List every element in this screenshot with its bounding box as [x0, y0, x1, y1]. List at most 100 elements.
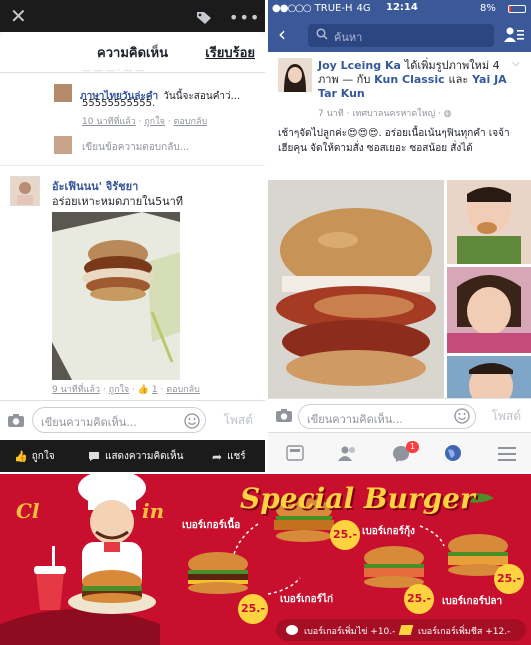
navigation-bar: ‹ ค้นหา — [268, 18, 531, 52]
battery-icon — [508, 5, 526, 13]
cheese-icon — [398, 625, 414, 635]
chicken-burger-label: เบอร์เกอร์ไก่ — [280, 594, 334, 605]
top-overlay-bar: ✕ ••• — [0, 0, 265, 32]
like-action-label: ถูกใจ — [31, 451, 55, 462]
search-placeholder: ค้นหา — [334, 31, 363, 44]
notifications-globe-icon[interactable] — [444, 444, 462, 466]
avatar — [10, 176, 40, 206]
reply-time[interactable]: 10 นาทีที่แล้ว — [82, 117, 136, 127]
reply-meta: 10 นาทีที่แล้ว · ถูกใจ · ตอบกลับ — [82, 117, 208, 127]
fish-burger-label: เบอร์เกอร์ปลา — [442, 596, 503, 607]
friend-requests-icon[interactable] — [338, 445, 358, 465]
svg-text:in: in — [142, 499, 164, 523]
post-button[interactable]: โพสต์ — [224, 411, 253, 430]
addon-egg: เบอร์เกอร์เพิ่มไข่ +10.- — [304, 627, 396, 637]
globe-icon: ◍ — [443, 109, 452, 119]
camera-icon[interactable] — [7, 413, 25, 432]
post-button[interactable]: โพสต์ — [492, 407, 521, 426]
comments-sheet: ความคิดเห็น เรียบร้อย — — — · — — ภาษาไท… — [0, 32, 265, 440]
close-icon[interactable]: ✕ — [10, 6, 27, 26]
post-meta: 7 นาที · เทศบาลนครหาดใหญ่ · ◍ — [318, 109, 452, 119]
banner-title: Special Burger — [240, 482, 475, 515]
tab-bar: 1 — [268, 432, 531, 472]
author-avatar[interactable] — [278, 58, 312, 92]
beef-burger-label: เบอร์เกอร์เนื้อ — [182, 520, 241, 531]
status-bar: ●●○○○ TRUE-H 4G 12:14 8% — [268, 0, 531, 18]
emoji-icon[interactable] — [184, 413, 200, 433]
chevron-down-icon[interactable]: ⌵ — [512, 58, 520, 69]
previous-comment-meta: — — — · — — — [82, 66, 145, 76]
post-photo-3[interactable] — [447, 267, 531, 353]
camera-icon[interactable] — [275, 408, 293, 427]
battery-percent: 8% — [480, 3, 496, 14]
comment-reply-link[interactable]: ตอบกลับ — [166, 385, 200, 395]
tagged-user-1[interactable]: Kun Classic — [374, 73, 444, 86]
thumbs-up-icon: 👍 — [14, 450, 28, 463]
share-action[interactable]: ➦ แชร์ — [212, 449, 246, 464]
comment-like-count[interactable]: 1 — [152, 385, 158, 395]
network-type: 4G — [356, 3, 371, 14]
post-header-text: Joy Lceing Ka ได้เพิ่มรูปภาพใหม่ 4 ภาพ —… — [318, 59, 518, 101]
done-button[interactable]: เรียบร้อย — [205, 42, 255, 63]
comments-screen: ✕ ••• ความคิดเห็น เรียบร้อย — — — · — — … — [0, 0, 265, 472]
chicken-burger-price: 25.- — [330, 520, 360, 550]
divider — [0, 165, 265, 166]
post-headline: Joy Lceing Ka ได้เพิ่มรูปภาพใหม่ 4 ภาพ —… — [318, 59, 518, 101]
comment-text: อร่อยเหาะหมดภายใน5นาที — [52, 195, 184, 208]
search-icon — [316, 28, 328, 43]
news-feed-icon[interactable] — [286, 445, 304, 465]
shrimp-burger-price: 25.- — [404, 584, 434, 614]
author-name[interactable]: Joy Lceing Ka — [318, 59, 401, 72]
menu-icon[interactable] — [498, 446, 516, 465]
comment-action-label: แสดงความคิดเห็น — [105, 451, 184, 462]
post-photo-2[interactable] — [447, 180, 531, 264]
post-time[interactable]: 7 นาที — [318, 109, 344, 119]
addon-cheese: เบอร์เกอร์เพิ่มชีส +12.- — [418, 627, 511, 637]
like-count-icon: 👍 — [137, 385, 150, 395]
beef-burger-price: 25.- — [238, 594, 268, 624]
comment-like-link[interactable]: ถูกใจ — [109, 385, 130, 395]
comment-photo[interactable] — [52, 212, 180, 380]
and-text: และ — [448, 73, 469, 86]
reply-like-link[interactable]: ถูกใจ — [144, 117, 165, 127]
clock: 12:14 — [386, 2, 418, 13]
comment-composer: เขียนความคิดเห็น... โพสต์ — [268, 398, 531, 432]
reply-text-line1: วันนี้จะสอนคำว่... — [163, 91, 241, 102]
comment-bubble-icon — [89, 452, 99, 461]
share-action-label: แชร์ — [227, 451, 246, 462]
reply-text-line2: 55555555555. — [82, 98, 156, 109]
signal-dots-icon: ●●○○○ — [272, 3, 312, 14]
avatar — [54, 136, 72, 154]
reply-reply-link[interactable]: ตอบกลับ — [174, 117, 208, 127]
fish-burger-price: 25.- — [494, 564, 524, 594]
like-action[interactable]: 👍 ถูกใจ — [14, 449, 55, 464]
post-photo-4[interactable] — [447, 356, 531, 398]
post-location[interactable]: เทศบาลนครหาดใหญ่ — [352, 109, 435, 119]
special-burger-banner: Cl in Special Burger เบอร์เกอร์เนื้อ เบอ… — [0, 474, 531, 645]
post-photo-main[interactable] — [268, 180, 444, 398]
addon-strip: เบอร์เกอร์เพิ่มไข่ +10.- เบอร์เกอร์เพิ่ม… — [276, 619, 526, 641]
tag-icon[interactable] — [196, 10, 212, 29]
friends-list-icon[interactable] — [504, 26, 524, 48]
comment-action[interactable]: แสดงความคิดเห็น — [88, 449, 183, 464]
messenger-badge: 1 — [406, 441, 420, 453]
carrier-name: TRUE-H — [314, 3, 353, 14]
comment-composer: เขียนความคิดเห็น... โพสต์ — [0, 400, 265, 440]
comment-time[interactable]: 9 นาทีที่แล้ว — [52, 385, 100, 395]
shrimp-burger-label: เบอร์เกอร์กุ้ง — [362, 526, 415, 537]
emoji-icon[interactable] — [454, 408, 470, 428]
more-options-icon[interactable]: ••• — [229, 8, 260, 27]
comment-meta: 9 นาทีที่แล้ว · ถูกใจ · 👍 1 · ตอบกลับ — [52, 385, 200, 395]
back-icon[interactable]: ‹ — [278, 24, 286, 44]
reply-input[interactable]: เขียนข้อความตอบกลับ... — [82, 140, 189, 155]
search-input[interactable]: ค้นหา — [308, 24, 494, 47]
bottom-action-bar: 👍 ถูกใจ แสดงความคิดเห็น ➦ แชร์ — [0, 440, 265, 472]
carrier-info: ●●○○○ TRUE-H 4G — [272, 3, 371, 14]
post-screen: ●●○○○ TRUE-H 4G 12:14 8% ‹ ค้นหา Joy Lce… — [268, 0, 531, 472]
comment-input[interactable]: เขียนความคิดเห็น... — [32, 407, 206, 433]
share-arrow-icon: ➦ — [212, 449, 223, 464]
avatar — [54, 84, 72, 102]
comment-input[interactable]: เขียนความคิดเห็น... — [298, 404, 476, 429]
svg-text:Cl: Cl — [16, 499, 40, 523]
egg-icon — [286, 625, 298, 635]
